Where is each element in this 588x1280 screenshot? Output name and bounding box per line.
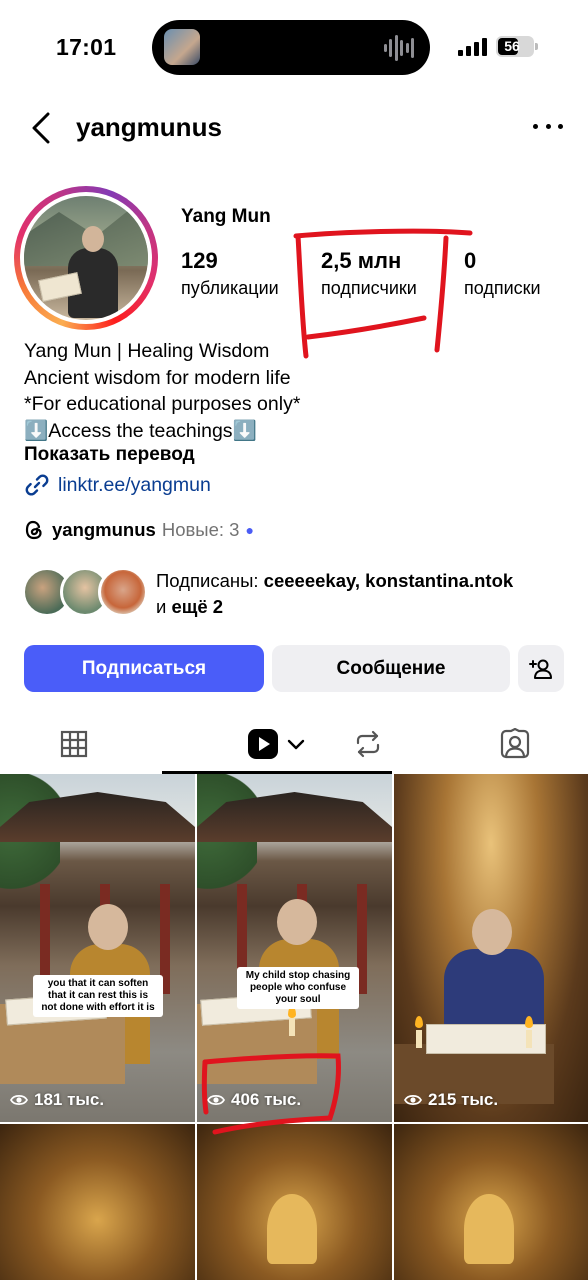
story-ring[interactable] bbox=[14, 186, 158, 330]
battery-icon: 56 bbox=[496, 36, 538, 57]
followers-count[interactable]: 2,5 млн подписчики bbox=[321, 248, 417, 299]
back-arrow-icon[interactable] bbox=[28, 110, 56, 146]
show-translation-link[interactable]: Показать перевод bbox=[24, 444, 195, 466]
view-count: 406 тыс. bbox=[207, 1090, 301, 1110]
reel-caption: you that it can soften that it can rest … bbox=[33, 975, 163, 1017]
view-count-text: 181 тыс. bbox=[34, 1090, 105, 1109]
reel-thumbnail[interactable]: you that it can soften that it can rest … bbox=[0, 774, 195, 1122]
threads-username: yangmunus bbox=[52, 519, 156, 540]
followed-by-names: ceeeeekay, konstantina.ntok bbox=[263, 570, 514, 591]
display-name: Yang Mun bbox=[181, 206, 271, 227]
view-count: 215 тыс. bbox=[404, 1090, 498, 1110]
now-playing-thumbnail bbox=[164, 29, 200, 65]
reel-caption: My child stop chasing people who confuse… bbox=[237, 967, 359, 1009]
reel-thumbnail[interactable] bbox=[197, 1124, 392, 1280]
unread-dot: ● bbox=[245, 522, 254, 538]
bio-line: Ancient wisdom for modern life bbox=[24, 366, 291, 389]
stat-label: подписчики bbox=[321, 278, 417, 298]
status-bar: 17:01 56 bbox=[0, 0, 588, 96]
bio-line: Yang Mun | Healing Wisdom bbox=[24, 340, 270, 362]
followed-by-and: и bbox=[156, 596, 167, 617]
avatar bbox=[98, 567, 148, 617]
stat-value: 129 bbox=[181, 248, 218, 273]
stat-value: 0 bbox=[464, 248, 477, 273]
stat-label: публикации bbox=[181, 278, 279, 298]
link-icon bbox=[25, 474, 49, 496]
eye-icon bbox=[404, 1094, 422, 1106]
following-count[interactable]: 0 подписки bbox=[464, 248, 541, 299]
bio-line: *For educational purposes only* bbox=[24, 393, 301, 415]
eye-icon bbox=[207, 1094, 225, 1106]
eye-icon bbox=[10, 1094, 28, 1106]
followed-by-prefix: Подписаны: bbox=[156, 570, 259, 591]
threads-new-count: Новые: 3 bbox=[161, 519, 240, 540]
profile-header: yangmunus bbox=[0, 100, 588, 156]
follow-button[interactable]: Подписаться bbox=[24, 645, 264, 692]
add-user-icon bbox=[529, 659, 552, 679]
view-count: 181 тыс. bbox=[10, 1090, 104, 1110]
stat-value: 2,5 млн bbox=[321, 248, 402, 273]
reel-thumbnail[interactable] bbox=[0, 1124, 195, 1280]
profile-username: yangmunus bbox=[76, 112, 222, 142]
stat-label: подписки bbox=[464, 278, 541, 298]
profile-tabs bbox=[0, 714, 588, 774]
bio-link[interactable]: linktr.ee/yangmun bbox=[24, 470, 211, 500]
repost-icon bbox=[356, 730, 379, 758]
reel-thumbnail[interactable] bbox=[394, 1124, 588, 1280]
grid-icon bbox=[60, 730, 87, 758]
threads-icon bbox=[25, 520, 42, 540]
view-count-text: 215 тыс. bbox=[428, 1090, 499, 1109]
bio-line: ⬇️Access the teachings⬇️ bbox=[24, 419, 257, 442]
bio: Yang Mun | Healing Wisdom Ancient wisdom… bbox=[24, 338, 300, 444]
reels-icon bbox=[248, 729, 278, 759]
view-count-text: 406 тыс. bbox=[231, 1090, 302, 1109]
threads-badge[interactable]: yangmunus Новые: 3 ● bbox=[24, 516, 254, 544]
suggested-users-button[interactable] bbox=[518, 645, 564, 692]
avatar bbox=[24, 196, 148, 320]
signal-icon bbox=[458, 38, 487, 56]
audio-wave-icon bbox=[384, 33, 414, 63]
bio-link-text: linktr.ee/yangmun bbox=[58, 473, 211, 496]
dynamic-island[interactable] bbox=[152, 20, 430, 75]
tab-reposts[interactable] bbox=[294, 714, 441, 774]
message-button[interactable]: Сообщение bbox=[272, 645, 510, 692]
followed-by-text[interactable]: Подписаны: ceeeeekay, konstantina.ntok и… bbox=[156, 568, 513, 620]
posts-count[interactable]: 129 публикации bbox=[181, 248, 279, 299]
status-time: 17:01 bbox=[56, 34, 117, 60]
reel-thumbnail[interactable]: 215 тыс. bbox=[394, 774, 588, 1122]
mutual-followers-avatars[interactable] bbox=[22, 567, 148, 617]
reel-thumbnail[interactable]: My child stop chasing people who confuse… bbox=[197, 774, 392, 1122]
battery-level: 56 bbox=[504, 38, 520, 54]
reels-grid: you that it can soften that it can rest … bbox=[0, 774, 588, 1280]
tagged-icon bbox=[500, 728, 529, 759]
followed-by-more: ещё 2 bbox=[171, 596, 224, 617]
tab-grid[interactable] bbox=[0, 714, 147, 774]
more-options-icon[interactable] bbox=[533, 124, 563, 132]
tab-tagged[interactable] bbox=[441, 714, 588, 774]
